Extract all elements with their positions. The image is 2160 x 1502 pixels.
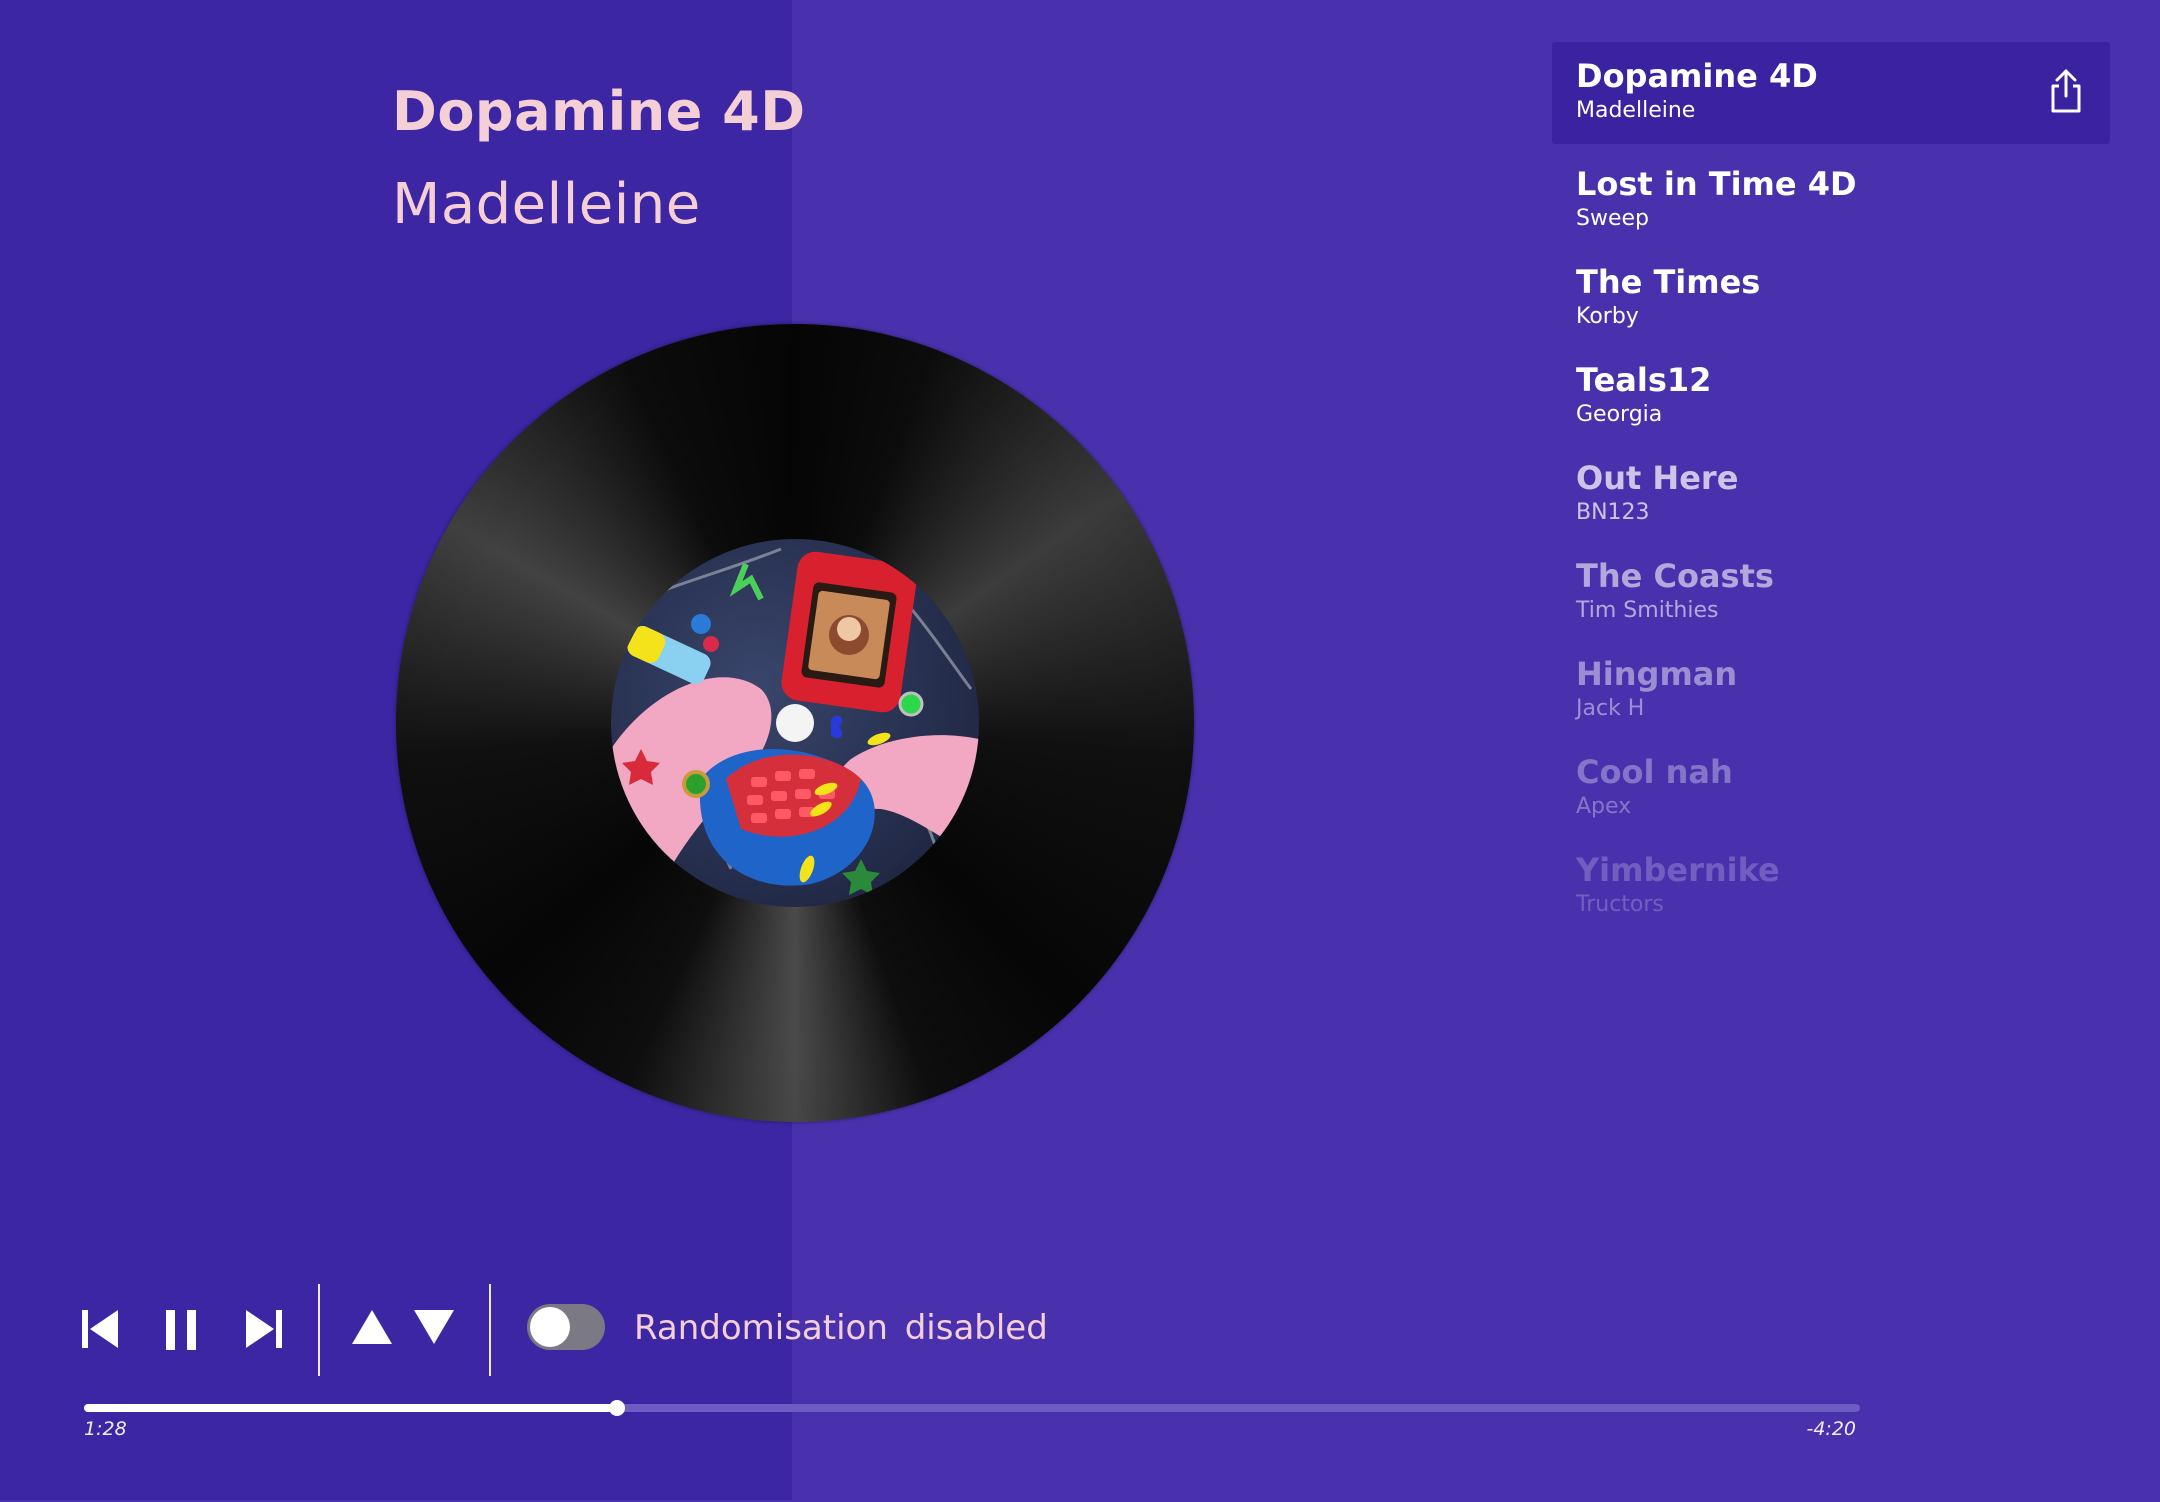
playlist-item[interactable]: Cool nah Apex — [1552, 738, 2110, 836]
randomisation-label: Randomisation disabled — [634, 1308, 1048, 1348]
vinyl-spindle — [776, 704, 814, 742]
playlist-item[interactable]: Lost in Time 4D Sweep — [1552, 150, 2110, 248]
track-title: The Coasts — [1576, 557, 1774, 595]
track-artist: Korby — [1576, 304, 1639, 329]
remaining-time: -4:20 — [1806, 1418, 1856, 1440]
playlist-item[interactable]: Out Here BN123 — [1552, 444, 2110, 542]
skip-next-icon[interactable] — [244, 1308, 282, 1350]
track-artist: Georgia — [1576, 402, 1663, 427]
triangle-down-icon[interactable] — [414, 1310, 454, 1344]
track-artist: BN123 — [1576, 500, 1650, 525]
share-icon[interactable] — [2048, 68, 2084, 114]
track-artist: Apex — [1576, 794, 1632, 819]
pause-icon[interactable] — [164, 1310, 198, 1350]
track-artist: Madelleine — [1576, 98, 1696, 123]
track-artist: Jack H — [1576, 696, 1645, 721]
track-title: Lost in Time 4D — [1576, 165, 1857, 203]
track-title: Hingman — [1576, 655, 1738, 693]
progress-bar[interactable] — [84, 1400, 1860, 1416]
skip-previous-icon[interactable] — [82, 1308, 120, 1350]
track-artist: Tructors — [1576, 892, 1664, 917]
controls-divider — [318, 1284, 320, 1376]
playlist-item-active[interactable]: Dopamine 4D Madelleine — [1552, 42, 2110, 144]
playlist-item[interactable]: Hingman Jack H — [1552, 640, 2110, 738]
randomisation-toggle[interactable] — [527, 1304, 605, 1350]
track-title: Out Here — [1576, 459, 1739, 497]
playlist: Dopamine 4D Madelleine Lost in Time 4D S… — [1552, 42, 2110, 934]
now-playing-title: Dopamine 4D — [392, 80, 806, 143]
controls-divider — [489, 1284, 491, 1376]
track-title: Cool nah — [1576, 753, 1733, 791]
progress-fill — [84, 1404, 617, 1412]
track-artist: Sweep — [1576, 206, 1649, 231]
elapsed-time: 1:28 — [84, 1418, 127, 1440]
track-title: The Times — [1576, 263, 1761, 301]
track-title: Teals12 — [1576, 361, 1712, 399]
now-playing-artist: Madelleine — [392, 172, 701, 237]
playlist-item[interactable]: Teals12 Georgia — [1552, 346, 2110, 444]
toggle-knob — [530, 1307, 570, 1347]
playlist-item[interactable]: The Coasts Tim Smithies — [1552, 542, 2110, 640]
track-title: Dopamine 4D — [1576, 57, 1818, 95]
progress-thumb[interactable] — [608, 1400, 625, 1416]
playlist-item[interactable]: The Times Korby — [1552, 248, 2110, 346]
triangle-up-icon[interactable] — [352, 1310, 392, 1344]
track-title: Yimbernike — [1576, 851, 1780, 889]
playlist-item[interactable]: Yimbernike Tructors — [1552, 836, 2110, 934]
track-artist: Tim Smithies — [1576, 598, 1719, 623]
